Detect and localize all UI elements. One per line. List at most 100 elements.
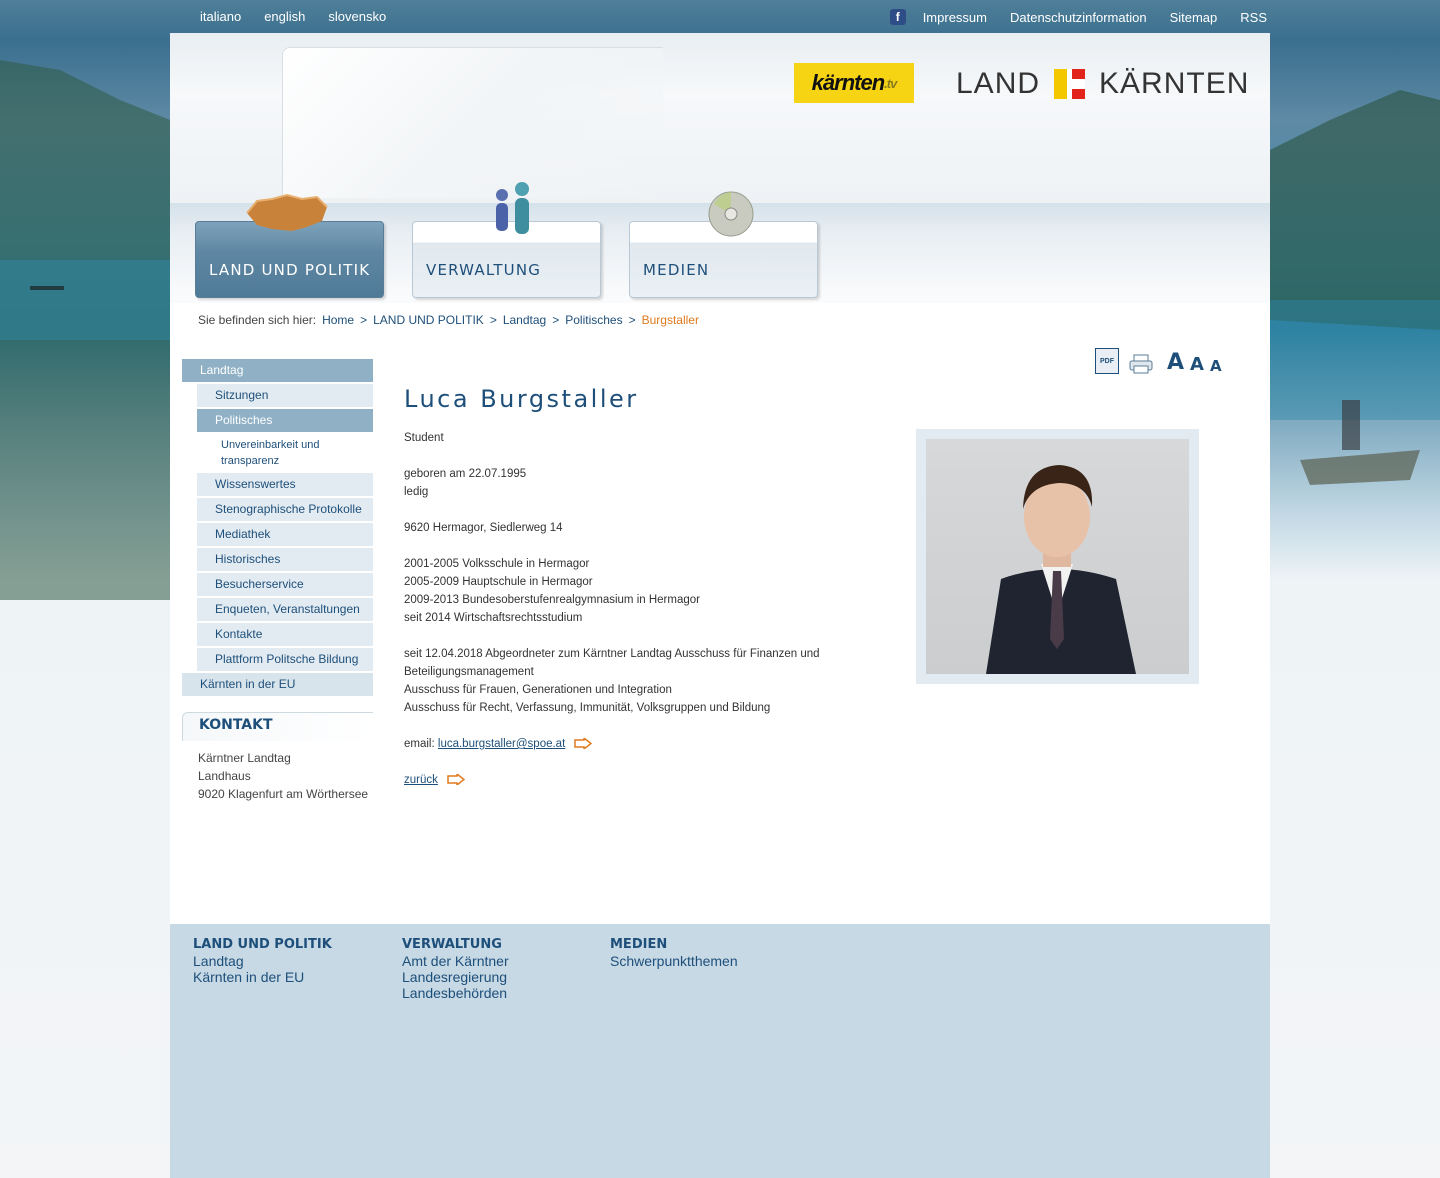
bio-role: seit 12.04.2018 Abgeordneter zum Kärntne… (404, 648, 820, 678)
person-photo (926, 439, 1189, 674)
kontakt-heading: KONTAKT (199, 717, 273, 733)
breadcrumb-separator: > (628, 313, 636, 327)
carinthia-map-icon (246, 193, 328, 231)
land-kaernten-logo-right: KÄRNTEN (1099, 67, 1250, 100)
tab-label: MEDIEN (643, 261, 710, 279)
person-bio: Student geboren am 22.07.1995 ledig 9620… (404, 429, 874, 789)
breadcrumb-prefix: Sie befinden sich hier: (198, 313, 317, 327)
print-icon[interactable] (1129, 354, 1153, 374)
email-label: email: (404, 738, 435, 750)
header-decoration (282, 47, 663, 198)
footer: LAND UND POLITIK Landtag Kärnten in der … (170, 924, 1270, 1178)
bio-job: Student (404, 432, 444, 444)
lang-slovensko-link[interactable]: slovensko (328, 9, 386, 24)
kontakt-address: Kärntner Landtag Landhaus 9020 Klagenfur… (182, 749, 373, 803)
lang-english-link[interactable]: english (264, 9, 305, 24)
sidebar-item-besucherservice[interactable]: Besucherservice (197, 573, 373, 596)
footer-col-medien: MEDIEN Schwerpunktthemen (610, 937, 738, 969)
person-photo-frame (916, 429, 1199, 684)
footer-link[interactable]: Landesbehörden (402, 985, 509, 1001)
bio-education: 2005-2009 Hauptschule in Hermagor (404, 576, 593, 588)
breadcrumb-current: Burgstaller (641, 313, 699, 327)
impressum-link[interactable]: Impressum (923, 10, 987, 25)
tab-label: LAND UND POLITIK (209, 261, 371, 279)
lang-italiano-link[interactable]: italiano (200, 9, 241, 24)
ktv-logo-suffix: .tv (884, 75, 897, 91)
bio-education: seit 2014 Wirtschaftsrechtsstudium (404, 612, 583, 624)
ktv-logo-text: kärnten (811, 70, 885, 95)
bio-born: geboren am 22.07.1995 (404, 468, 527, 480)
kontakt-line: Landhaus (198, 769, 251, 783)
page-tools: PDF A A A (1095, 348, 1222, 374)
sidebar-item-enqueten[interactable]: Enqueten, Veranstaltungen (197, 598, 373, 621)
font-size-small-button[interactable]: A (1210, 359, 1222, 374)
sidebar-item-wissenswertes[interactable]: Wissenswertes (197, 473, 373, 496)
sitemap-link[interactable]: Sitemap (1170, 10, 1218, 25)
kaernten-tv-logo[interactable]: kärnten .tv (794, 63, 914, 103)
footer-link[interactable]: Kärnten in der EU (193, 969, 332, 985)
breadcrumb: Sie befinden sich hier: Home > LAND UND … (198, 313, 699, 327)
sidebar-item-historisches[interactable]: Historisches (197, 548, 373, 571)
font-size-medium-button[interactable]: A (1190, 356, 1204, 374)
page-title: Luca Burgstaller (404, 385, 639, 413)
footer-heading[interactable]: VERWALTUNG (402, 937, 509, 953)
cd-disc-icon (708, 191, 754, 237)
breadcrumb-home[interactable]: Home (322, 313, 354, 327)
kontakt-line: Kärntner Landtag (198, 751, 291, 765)
breadcrumb-land-und-politik[interactable]: LAND UND POLITIK (373, 313, 484, 327)
sidebar-item-plattform[interactable]: Plattform Politsche Bildung (197, 648, 373, 671)
land-kaernten-logo[interactable]: LAND KÄRNTEN (956, 67, 1249, 101)
footer-link[interactable]: Landesregierung (402, 969, 509, 985)
kontakt-header: KONTAKT (182, 712, 373, 741)
sidebar-item-protokolle[interactable]: Stenographische Protokolle (197, 498, 373, 521)
breadcrumb-separator: > (489, 313, 497, 327)
font-size-large-button[interactable]: A (1167, 352, 1184, 374)
breadcrumb-separator: > (360, 313, 368, 327)
back-link[interactable]: zurück (404, 774, 438, 786)
sidebar-nav: Landtag Sitzungen Politisches Unvereinba… (182, 359, 373, 698)
datenschutz-link[interactable]: Datenschutzinformation (1010, 10, 1147, 25)
bio-role: Ausschuss für Frauen, Generationen und I… (404, 684, 672, 696)
top-links: f Impressum Datenschutzinformation Sitem… (889, 9, 1267, 25)
language-switcher: italiano english slovensko (200, 9, 386, 24)
footer-heading[interactable]: LAND UND POLITIK (193, 937, 332, 953)
header: kärnten .tv LAND KÄRNTEN (170, 33, 1270, 203)
footer-link[interactable]: Landtag (193, 953, 332, 969)
kontakt-box: KONTAKT Kärntner Landtag Landhaus 9020 K… (182, 712, 373, 803)
breadcrumb-separator: > (552, 313, 560, 327)
breadcrumb-politisches[interactable]: Politisches (565, 313, 622, 327)
top-bar: italiano english slovensko f Impressum D… (0, 0, 1440, 33)
sidebar-item-mediathek[interactable]: Mediathek (197, 523, 373, 546)
back-row: zurück (404, 771, 874, 789)
footer-link[interactable]: Schwerpunktthemen (610, 953, 738, 969)
bio-status: ledig (404, 486, 429, 498)
sidebar-item-kontakte[interactable]: Kontakte (197, 623, 373, 646)
sidebar-item-landtag[interactable]: Landtag (182, 359, 373, 382)
footer-col-verwaltung: VERWALTUNG Amt der Kärntner Landesregier… (402, 937, 509, 1001)
bio-education: 2009-2013 Bundesoberstufenrealgymnasium … (404, 594, 700, 606)
sidebar-item-politisches[interactable]: Politisches (197, 409, 373, 432)
bio-role: Ausschuss für Recht, Verfassung, Immunit… (404, 702, 771, 714)
sidebar-item-eu[interactable]: Kärnten in der EU (182, 673, 373, 696)
page-container: kärnten .tv LAND KÄRNTEN LAND UND POLITIK… (170, 33, 1270, 1178)
footer-col-land-und-politik: LAND UND POLITIK Landtag Kärnten in der … (193, 937, 332, 985)
sidebar-item-sitzungen[interactable]: Sitzungen (197, 384, 373, 407)
rss-link[interactable]: RSS (1240, 10, 1267, 25)
back-arrow-icon (447, 774, 466, 786)
bio-address: 9620 Hermagor, Siedlerweg 14 (404, 522, 563, 534)
tab-label: VERWALTUNG (426, 261, 542, 279)
breadcrumb-landtag[interactable]: Landtag (503, 313, 546, 327)
bio-email-row: email: luca.burgstaller@spoe.at (404, 735, 874, 753)
sidebar-item-unvereinbarkeit[interactable]: Unvereinbarkeit und transparenz (221, 434, 373, 473)
footer-link[interactable]: Amt der Kärntner (402, 953, 509, 969)
facebook-icon[interactable]: f (889, 9, 906, 25)
external-link-arrow-icon (574, 738, 593, 750)
bio-education: 2001-2005 Volksschule in Hermagor (404, 558, 590, 570)
email-link[interactable]: luca.burgstaller@spoe.at (438, 738, 565, 750)
people-icon (496, 182, 529, 234)
kontakt-line: 9020 Klagenfurt am Wörthersee (198, 787, 369, 801)
kaernten-flag-icon (1054, 69, 1086, 99)
pdf-icon[interactable]: PDF (1095, 348, 1119, 374)
land-kaernten-logo-left: LAND (956, 67, 1041, 100)
footer-heading[interactable]: MEDIEN (610, 937, 738, 953)
